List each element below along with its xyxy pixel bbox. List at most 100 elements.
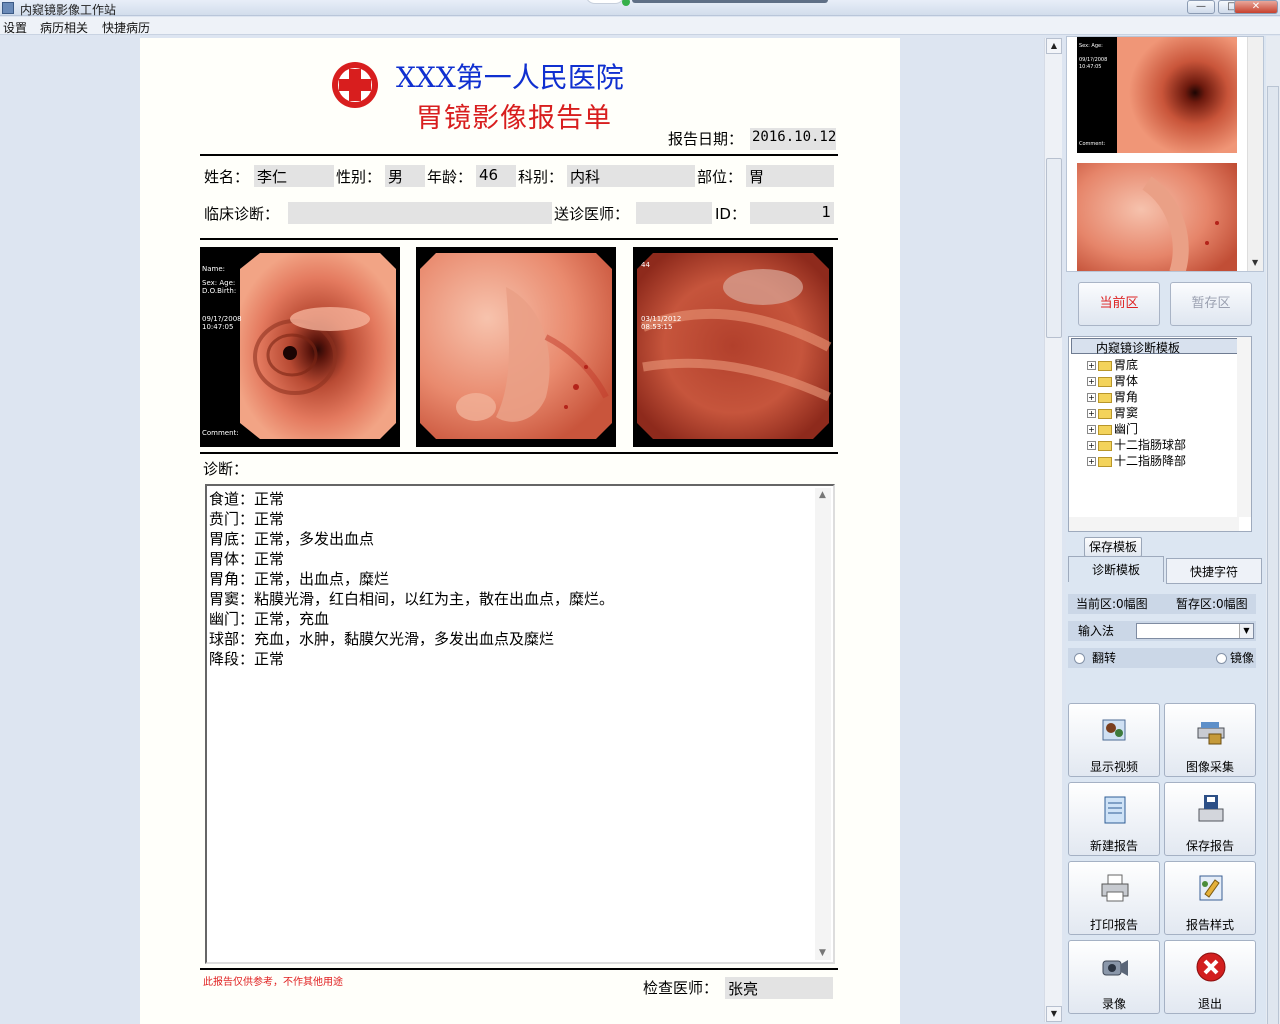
video-icon — [1102, 719, 1126, 741]
report-style-button[interactable]: 报告样式 — [1164, 861, 1256, 935]
right-scrollbar[interactable] — [1266, 36, 1280, 1024]
diagnosis-line: 贲门：正常 — [209, 510, 285, 528]
status-dot-icon — [622, 0, 630, 6]
doctor-field[interactable]: 张亮 — [725, 977, 833, 999]
red-cross-icon — [332, 62, 378, 108]
divider — [200, 154, 838, 156]
site-field[interactable]: 胃 — [746, 165, 834, 187]
id-field[interactable]: 1 — [750, 202, 834, 224]
endoscopy-image-2[interactable] — [416, 247, 616, 447]
gender-label: 性别： — [336, 168, 382, 186]
print-report-button[interactable]: 打印报告 — [1068, 861, 1160, 935]
current-zone-count: 当前区:0幅图 — [1076, 597, 1148, 611]
minimize-button[interactable]: — — [1187, 0, 1215, 14]
exit-button[interactable]: 退出 — [1164, 940, 1256, 1014]
tree-item[interactable]: + 幽门 — [1087, 420, 1138, 436]
folder-icon — [1098, 424, 1112, 435]
tree-item[interactable]: + 十二指肠降部 — [1087, 452, 1186, 468]
tree-root[interactable]: 内窥镜诊断模板 — [1071, 338, 1247, 355]
tree-hscrollbar[interactable] — [1069, 517, 1239, 531]
age-field[interactable]: 46 — [476, 165, 516, 187]
gender-field[interactable]: 男 — [385, 165, 425, 187]
expand-icon[interactable]: + — [1087, 441, 1096, 450]
svg-text:Comment:: Comment: — [202, 429, 239, 437]
name-label: 姓名： — [204, 168, 250, 186]
svg-text:08:53:15: 08:53:15 — [641, 323, 672, 331]
diagnosis-label: 诊断： — [203, 460, 249, 478]
svg-text:03/11/2012: 03/11/2012 — [641, 315, 681, 323]
tree-item[interactable]: + 胃体 — [1087, 372, 1138, 388]
chevron-down-icon[interactable]: ▼ — [1239, 624, 1253, 638]
divider — [200, 452, 838, 454]
diagnosis-line: 球部：充血，水肿，黏膜欠光滑，多发出血点及糜烂 — [209, 630, 555, 648]
report-date-field[interactable]: 2016.10.12 — [750, 128, 836, 150]
diagnosis-textarea[interactable]: 食道：正常 贲门：正常 胃底：正常，多发出血点 胃体：正常 胃角：正常，出血点，… — [205, 484, 835, 964]
mirror-radio[interactable] — [1216, 653, 1227, 664]
scroll-down-arrow-icon[interactable]: ▼ — [1252, 258, 1258, 267]
tree-item[interactable]: + 胃窦 — [1087, 404, 1138, 420]
site-label: 部位： — [697, 168, 743, 186]
folder-icon — [1098, 456, 1112, 467]
endoscopy-image-1[interactable]: Name: Sex: Age: D.O.Birth: 09/1?/2008 10… — [200, 247, 400, 447]
thumbnail-scrollbar[interactable]: ▼ — [1247, 37, 1263, 271]
exit-icon — [1196, 952, 1226, 982]
thumbnail-image[interactable] — [1077, 163, 1237, 271]
mirror-label: 镜像 — [1230, 651, 1255, 665]
referrer-field[interactable] — [636, 202, 712, 224]
dept-label: 科别： — [518, 168, 564, 186]
scroll-down-arrow-icon[interactable]: ▼ — [819, 948, 826, 958]
thumbnail-image[interactable]: Sex: Age: 09/1?/2008 10:47:05 Comment: — [1077, 37, 1237, 153]
referrer-label: 送诊医师： — [554, 205, 630, 223]
scrollbar-thumb[interactable] — [1267, 86, 1279, 1024]
expand-icon[interactable]: + — [1087, 377, 1096, 386]
tab-quick-chars[interactable]: 快捷字符 — [1166, 558, 1262, 584]
tab-diagnosis-template[interactable]: 诊断模板 — [1068, 556, 1164, 582]
expand-icon[interactable]: + — [1087, 409, 1096, 418]
image-capture-button[interactable]: 图像采集 — [1164, 703, 1256, 777]
svg-text:Sex: Age:: Sex: Age: — [1079, 43, 1103, 49]
close-button[interactable]: ✕ — [1234, 0, 1278, 14]
ime-select[interactable]: ▼ — [1136, 623, 1254, 639]
record-button[interactable]: 录像 — [1068, 940, 1160, 1014]
show-video-button[interactable]: 显示视频 — [1068, 703, 1160, 777]
save-report-button[interactable]: 保存报告 — [1164, 782, 1256, 856]
page-scrollbar[interactable]: ▲ ▼ — [1044, 38, 1062, 1022]
svg-text:10:47:05: 10:47:05 — [202, 323, 233, 331]
expand-icon[interactable]: + — [1087, 457, 1096, 466]
scroll-up-arrow-icon[interactable]: ▲ — [1046, 38, 1062, 54]
svg-text:09/1?/2008: 09/1?/2008 — [202, 315, 242, 323]
flip-radio[interactable] — [1074, 653, 1085, 664]
flip-row: 翻转 镜像 — [1068, 648, 1256, 668]
expand-icon[interactable]: + — [1087, 361, 1096, 370]
scroll-up-arrow-icon[interactable]: ▲ — [819, 490, 826, 500]
svg-text:Comment:: Comment: — [1079, 141, 1105, 147]
menu-records[interactable]: 病历相关 — [40, 19, 88, 36]
divider — [200, 968, 838, 970]
endoscopy-image-3[interactable]: 44 03/11/2012 08:53:15 — [633, 247, 833, 447]
scroll-down-arrow-icon[interactable]: ▼ — [1046, 1006, 1062, 1022]
folder-icon — [1098, 440, 1112, 451]
tree-item[interactable]: + 胃角 — [1087, 388, 1138, 404]
thumbnail-list: Sex: Age: 09/1?/2008 10:47:05 Comment: ▼ — [1066, 36, 1264, 272]
clinical-diagnosis-label: 临床诊断： — [204, 205, 280, 223]
name-field[interactable]: 李仁 — [254, 165, 334, 187]
save-template-button[interactable]: 保存模板 — [1084, 537, 1142, 557]
tree-scrollbar[interactable] — [1237, 337, 1251, 517]
diagnosis-scrollbar[interactable]: ▲ ▼ — [815, 488, 831, 960]
dept-field[interactable]: 内科 — [567, 165, 695, 187]
temp-zone-button[interactable]: 暂存区 — [1170, 282, 1252, 326]
tree-item[interactable]: + 胃底 — [1087, 356, 1138, 372]
current-zone-button[interactable]: 当前区 — [1078, 282, 1160, 326]
tree-item[interactable]: + 十二指肠球部 — [1087, 436, 1186, 452]
svg-text:10:47:05: 10:47:05 — [1079, 64, 1101, 70]
expand-icon[interactable]: + — [1087, 425, 1096, 434]
clinical-diagnosis-field[interactable] — [288, 202, 552, 224]
new-report-button[interactable]: 新建报告 — [1068, 782, 1160, 856]
report-page: XXX第一人民医院 胃镜影像报告单 报告日期： 2016.10.12 姓名： 李… — [140, 38, 900, 1024]
menu-bar: 设置 病历相关 快捷病历 — [0, 17, 1280, 35]
divider — [200, 238, 838, 240]
expand-icon[interactable]: + — [1087, 393, 1096, 402]
menu-quick-records[interactable]: 快捷病历 — [102, 19, 150, 36]
menu-settings[interactable]: 设置 — [3, 19, 27, 36]
scrollbar-thumb[interactable] — [1046, 158, 1062, 338]
